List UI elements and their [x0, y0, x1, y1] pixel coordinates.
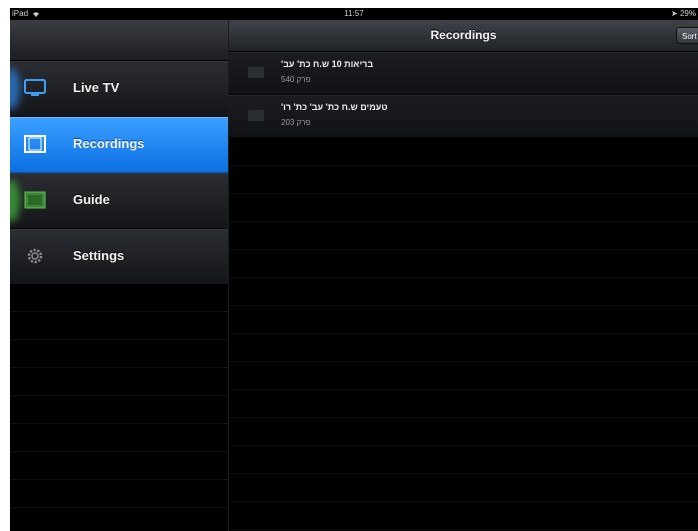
sidebar-item-guide[interactable]: Guide — [10, 173, 228, 229]
guide-icon — [24, 191, 46, 209]
status-battery: ➤ 29% — [671, 8, 696, 20]
sidebar: Live TV Recordings Guide Settings — [10, 20, 229, 531]
sidebar-item-live-tv[interactable]: Live TV — [10, 61, 228, 117]
status-bar: iPad 11:57 ➤ 29% — [10, 8, 698, 20]
sidebar-item-label: Settings — [73, 248, 125, 263]
recording-title: בריאות 10 ש.ח כת' עב' — [281, 59, 374, 69]
recording-thumbnail-icon — [248, 67, 264, 78]
recordings-panel: Recordings Sort בריאות 10 ש.ח כת' עב' פר… — [229, 20, 698, 531]
list-item[interactable]: בריאות 10 ש.ח כת' עב' פרק 540 — [229, 52, 698, 95]
gear-icon — [27, 248, 43, 264]
empty-list-area — [229, 138, 698, 531]
sidebar-item-label: Recordings — [73, 136, 145, 151]
film-icon — [24, 135, 46, 153]
ipad-screen: iPad 11:57 ➤ 29% Live TV Recordings Guid… — [10, 8, 698, 531]
sidebar-item-label: Live TV — [73, 80, 120, 95]
sidebar-item-label: Guide — [73, 192, 110, 207]
battery-label: 29% — [679, 9, 696, 18]
sidebar-item-settings[interactable]: Settings — [10, 229, 228, 285]
item-glow — [10, 180, 20, 222]
recording-subtitle: פרק 540 — [281, 75, 311, 84]
recording-thumbnail-icon — [248, 110, 264, 121]
recordings-list: בריאות 10 ש.ח כת' עב' פרק 540 טעמים ש.ח … — [229, 52, 698, 138]
sort-button[interactable]: Sort — [676, 27, 698, 44]
sidebar-item-recordings[interactable]: Recordings — [10, 117, 228, 173]
navigation-bar: Recordings Sort — [229, 20, 698, 52]
status-time: 11:57 — [344, 9, 364, 18]
location-icon: ➤ — [671, 9, 678, 18]
recording-title: טעמים ש.ח כת' עב' כת' רו' — [281, 102, 388, 112]
list-item[interactable]: טעמים ש.ח כת' עב' כת' רו' פרק 203 — [229, 95, 698, 138]
page-title: Recordings — [430, 28, 497, 42]
recording-subtitle: פרק 203 — [281, 118, 311, 127]
sidebar-header — [10, 20, 228, 61]
item-glow — [10, 68, 20, 110]
sidebar-empty-area — [10, 284, 228, 531]
tv-icon — [24, 79, 46, 96]
